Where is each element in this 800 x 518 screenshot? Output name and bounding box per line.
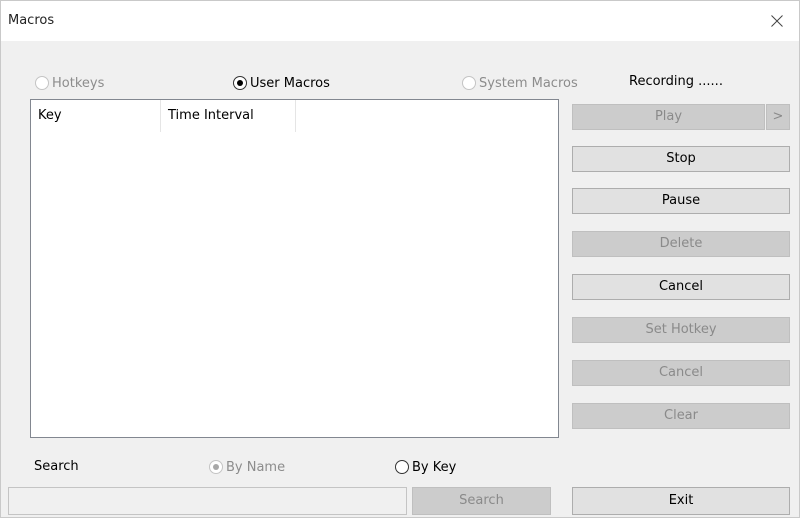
search-input[interactable] xyxy=(8,487,407,515)
radio-hotkeys-label: Hotkeys xyxy=(52,75,105,91)
radio-circle xyxy=(209,460,223,474)
stop-button[interactable]: Stop xyxy=(572,146,790,172)
radio-circle xyxy=(462,76,476,90)
radio-by-name-label: By Name xyxy=(226,459,286,475)
pause-button[interactable]: Pause xyxy=(572,188,790,214)
play-button[interactable]: Play xyxy=(572,104,765,130)
close-button[interactable] xyxy=(755,1,799,41)
recording-status: Recording ...... xyxy=(629,74,723,89)
radio-system-macros-label: System Macros xyxy=(479,75,578,91)
exit-button[interactable]: Exit xyxy=(572,487,790,515)
play-options-button[interactable]: > xyxy=(766,104,790,130)
cancel-hotkey-button[interactable]: Cancel xyxy=(572,360,790,386)
macro-list[interactable]: Key Time Interval xyxy=(30,99,559,438)
window-title: Macros xyxy=(8,13,55,28)
column-header-key[interactable]: Key xyxy=(31,100,161,132)
radio-hotkeys[interactable]: Hotkeys xyxy=(35,74,104,92)
set-hotkey-button[interactable]: Set Hotkey xyxy=(572,317,790,343)
radio-circle xyxy=(233,76,247,90)
title-bar: Macros xyxy=(1,1,799,41)
radio-user-macros-label: User Macros xyxy=(250,75,330,91)
radio-by-key[interactable]: By Key xyxy=(395,458,456,476)
delete-button[interactable]: Delete xyxy=(572,231,790,257)
search-label: Search xyxy=(34,459,79,474)
column-header-time-interval[interactable]: Time Interval xyxy=(161,100,296,132)
clear-button[interactable]: Clear xyxy=(572,403,790,429)
search-button[interactable]: Search xyxy=(412,487,551,515)
radio-system-macros[interactable]: System Macros xyxy=(462,74,578,92)
close-icon xyxy=(771,15,783,27)
macros-dialog: Macros Hotkeys User Macros System Macros… xyxy=(0,0,800,518)
radio-circle xyxy=(35,76,49,90)
radio-user-macros[interactable]: User Macros xyxy=(233,74,330,92)
radio-by-name[interactable]: By Name xyxy=(209,458,285,476)
radio-circle xyxy=(395,460,409,474)
radio-by-key-label: By Key xyxy=(412,459,457,475)
cancel-button[interactable]: Cancel xyxy=(572,274,790,300)
